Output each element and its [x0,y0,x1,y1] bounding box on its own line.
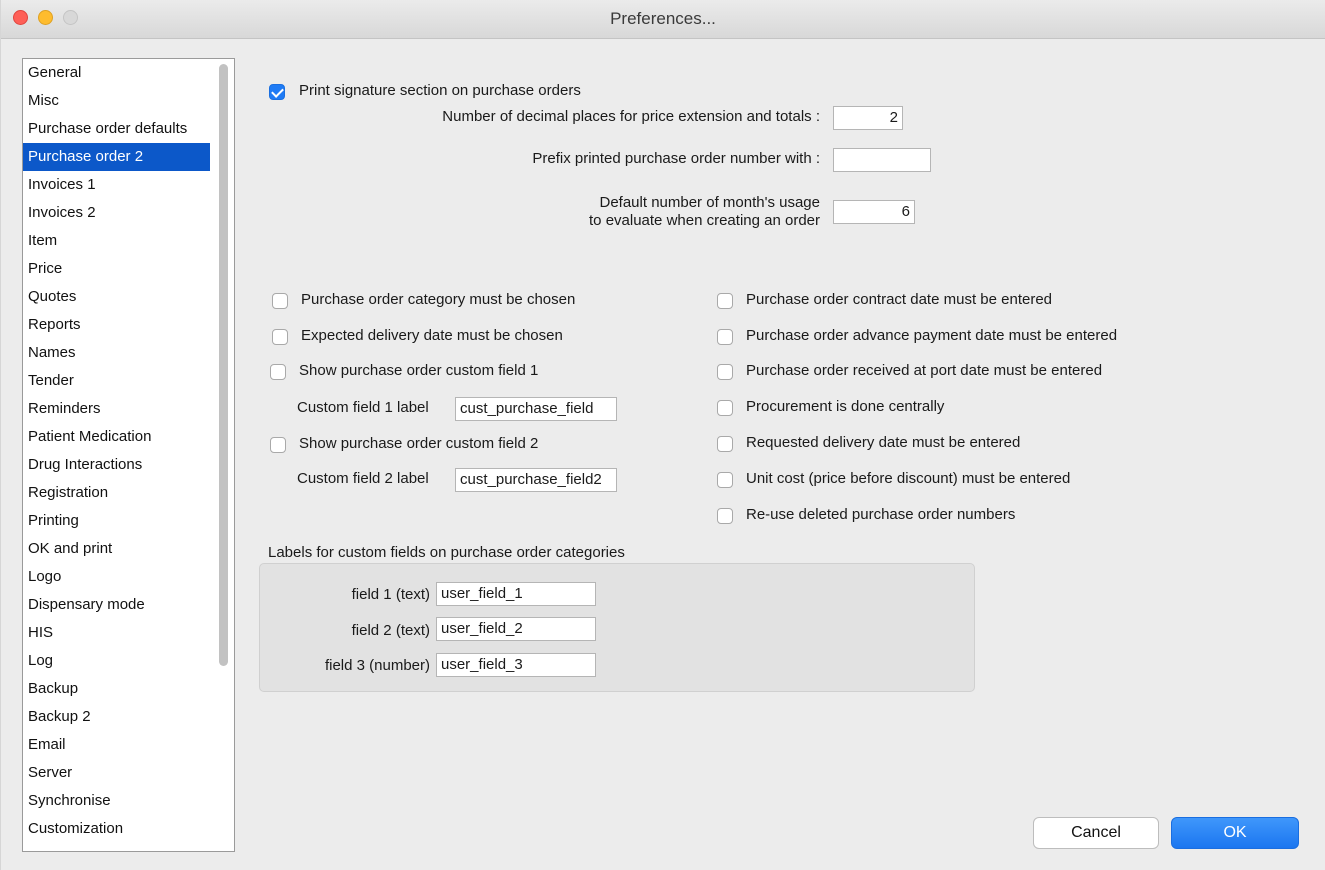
show-custom-field-1-label: Show purchase order custom field 1 [299,362,539,379]
sidebar-item[interactable]: Purchase order 2 [23,143,210,171]
right-option-checkbox[interactable] [717,329,733,345]
category-field-2-caption: field 2 (text) [351,622,430,639]
right-option-checkbox[interactable] [717,472,733,488]
print-signature-checkbox[interactable] [269,84,285,100]
sidebar-item[interactable]: HIS [23,619,210,647]
sidebar-item[interactable]: OK and print [23,535,210,563]
sidebar-item[interactable]: Reports [23,311,210,339]
expected-delivery-checkbox[interactable] [272,329,288,345]
sidebar-item[interactable]: Invoices 2 [23,199,210,227]
sidebar-item[interactable]: Drug Interactions [23,451,210,479]
right-option-label: Requested delivery date must be entered [746,434,1021,451]
right-option-label: Unit cost (price before discount) must b… [746,470,1071,487]
sidebar-item[interactable]: Reminders [23,395,210,423]
months-usage-label-line1: Default number of month's usage [599,194,821,211]
category-labels-title: Labels for custom fields on purchase ord… [268,544,625,561]
sidebar-item[interactable]: Logo [23,563,210,591]
custom-field-2-label-caption: Custom field 2 label [297,470,429,487]
sidebar-item[interactable]: Names [23,339,210,367]
custom-field-2-label-input[interactable]: cust_purchase_field2 [455,468,617,492]
prefix-label: Prefix printed purchase order number wit… [532,150,820,167]
sidebar-item[interactable]: Price [23,255,210,283]
sidebar-item[interactable]: Message... [23,843,210,851]
decimal-places-input[interactable]: 2 [833,106,903,130]
sidebar-item[interactable]: Printing [23,507,210,535]
sidebar-item[interactable]: Email [23,731,210,759]
sidebar-item[interactable]: Customization [23,815,210,843]
preferences-category-list[interactable]: General Misc Purchase order defaults Purcha… [22,58,235,852]
sidebar-item[interactable]: Log [23,647,210,675]
right-option-label: Purchase order received at port date mus… [746,362,1103,379]
category-required-label: Purchase order category must be chosen [301,291,576,308]
sidebar-scrollbar[interactable] [219,64,228,666]
right-option-checkbox[interactable] [717,400,733,416]
sidebar-item[interactable]: Dispensary mode [23,591,210,619]
decimal-places-label: Number of decimal places for price exten… [442,108,820,125]
expected-delivery-label: Expected delivery date must be chosen [301,327,563,344]
show-custom-field-1-checkbox[interactable] [270,364,286,380]
sidebar-item[interactable]: Backup 2 [23,703,210,731]
sidebar-item[interactable]: Server [23,759,210,787]
sidebar-item[interactable]: Purchase order defaults [23,115,210,143]
title-bar[interactable]: Preferences... [1,0,1325,39]
show-custom-field-2-label: Show purchase order custom field 2 [299,435,539,452]
category-field-3-input[interactable]: user_field_3 [436,653,596,677]
sidebar-item[interactable]: Quotes [23,283,210,311]
months-usage-label: Default number of month's usage to evalu… [589,194,820,230]
sidebar-item[interactable]: Patient Medication [23,423,210,451]
cancel-button[interactable]: Cancel [1033,817,1159,849]
prefix-input[interactable] [833,148,931,172]
right-option-label: Purchase order advance payment date must… [746,327,1118,344]
custom-field-1-label-caption: Custom field 1 label [297,399,429,416]
sidebar-item[interactable]: Misc [23,87,210,115]
sidebar-item[interactable]: Invoices 1 [23,171,210,199]
right-option-checkbox[interactable] [717,364,733,380]
sidebar-item[interactable]: Tender [23,367,210,395]
category-field-3-caption: field 3 (number) [324,657,430,674]
custom-field-1-label-input[interactable]: cust_purchase_field [455,397,617,421]
category-items: General Misc Purchase order defaults Purcha… [23,59,234,851]
category-required-checkbox[interactable] [272,293,288,309]
right-option-label: Purchase order contract date must be ent… [746,291,1053,308]
months-usage-input[interactable]: 6 [833,200,915,224]
preferences-window: Preferences... General Misc Purchase order… [0,0,1325,870]
print-signature-label: Print signature section on purchase orde… [299,82,581,99]
months-usage-label-line2: to evaluate when creating an order [589,212,820,229]
right-option-label: Re-use deleted purchase order numbers [746,506,1016,523]
category-field-1-input[interactable]: user_field_1 [436,582,596,606]
ok-button[interactable]: OK [1171,817,1299,849]
sidebar-item[interactable]: Registration [23,479,210,507]
category-field-2-input[interactable]: user_field_2 [436,617,596,641]
right-option-checkbox[interactable] [717,293,733,309]
right-option-checkbox[interactable] [717,508,733,524]
right-option-checkbox[interactable] [717,436,733,452]
sidebar-item[interactable]: Synchronise [23,787,210,815]
right-option-label: Procurement is done centrally [746,398,945,415]
window-title: Preferences... [610,9,716,28]
show-custom-field-2-checkbox[interactable] [270,437,286,453]
sidebar-item[interactable]: General [23,59,210,87]
sidebar-item[interactable]: Item [23,227,210,255]
category-field-1-caption: field 1 (text) [351,586,430,603]
sidebar-item[interactable]: Backup [23,675,210,703]
